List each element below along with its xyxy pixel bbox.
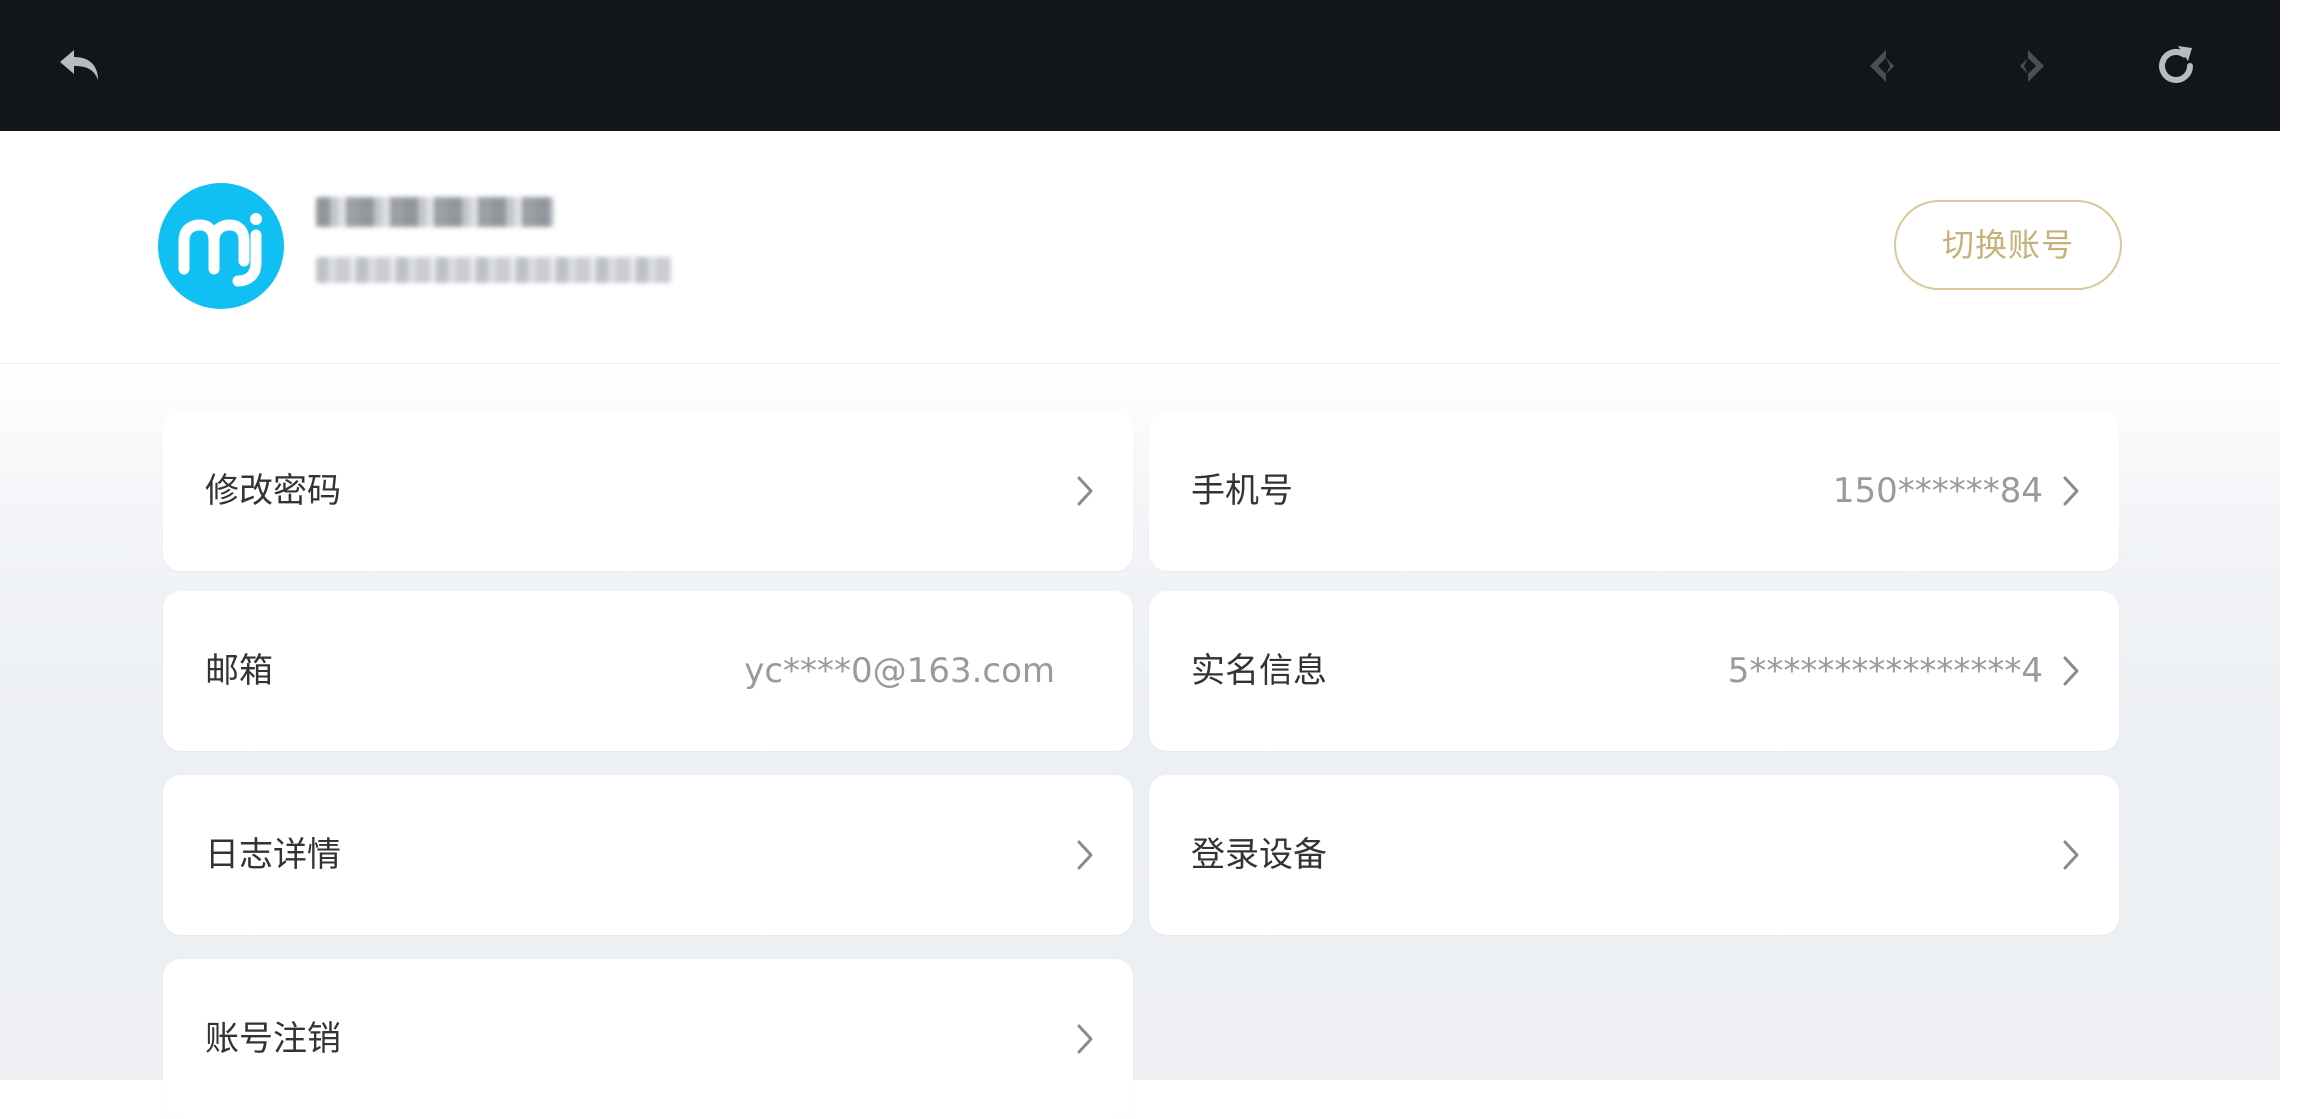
email-value: yc****0@163.com xyxy=(744,651,1055,691)
chevron-right-icon xyxy=(2061,838,2081,872)
settings-panel: 修改密码 手机号 150******84 邮箱 yc****0@163.com … xyxy=(0,364,2280,1119)
login-devices-label: 登录设备 xyxy=(1191,835,1327,875)
chevron-right-icon xyxy=(2061,474,2081,508)
chevron-right-icon xyxy=(1075,838,1095,872)
refresh-icon[interactable] xyxy=(2146,36,2206,96)
real-name-value: 5****************4 xyxy=(1727,651,2043,691)
chevron-right-icon xyxy=(2061,654,2081,688)
account-name-blurred xyxy=(316,197,554,227)
delete-account-item[interactable]: 账号注销 xyxy=(163,959,1133,1119)
previous-arrow-icon[interactable] xyxy=(1856,36,1916,96)
delete-account-label: 账号注销 xyxy=(205,1019,341,1059)
real-name-item[interactable]: 实名信息 5****************4 xyxy=(1149,591,2119,751)
switch-account-button[interactable]: 切换账号 xyxy=(1894,200,2122,290)
phone-label: 手机号 xyxy=(1191,471,1293,511)
chevron-right-icon xyxy=(1075,1022,1095,1056)
next-arrow-icon[interactable] xyxy=(1998,36,2058,96)
email-label: 邮箱 xyxy=(205,651,273,691)
phone-value: 150******84 xyxy=(1832,471,2043,511)
email-item[interactable]: 邮箱 yc****0@163.com xyxy=(163,591,1133,751)
side-strip xyxy=(2280,0,2304,1080)
mi-logo-icon xyxy=(158,183,284,309)
back-arrow-icon[interactable] xyxy=(52,36,112,96)
chevron-right-icon xyxy=(1075,474,1095,508)
phone-item[interactable]: 手机号 150******84 xyxy=(1149,411,2119,571)
log-details-label: 日志详情 xyxy=(205,835,341,875)
login-devices-item[interactable]: 登录设备 xyxy=(1149,775,2119,935)
change-password-label: 修改密码 xyxy=(205,471,341,511)
real-name-label: 实名信息 xyxy=(1191,651,1327,691)
change-password-item[interactable]: 修改密码 xyxy=(163,411,1133,571)
account-id-blurred xyxy=(316,257,672,283)
top-toolbar xyxy=(0,0,2280,131)
log-details-item[interactable]: 日志详情 xyxy=(163,775,1133,935)
account-header: 切换账号 xyxy=(0,131,2280,364)
